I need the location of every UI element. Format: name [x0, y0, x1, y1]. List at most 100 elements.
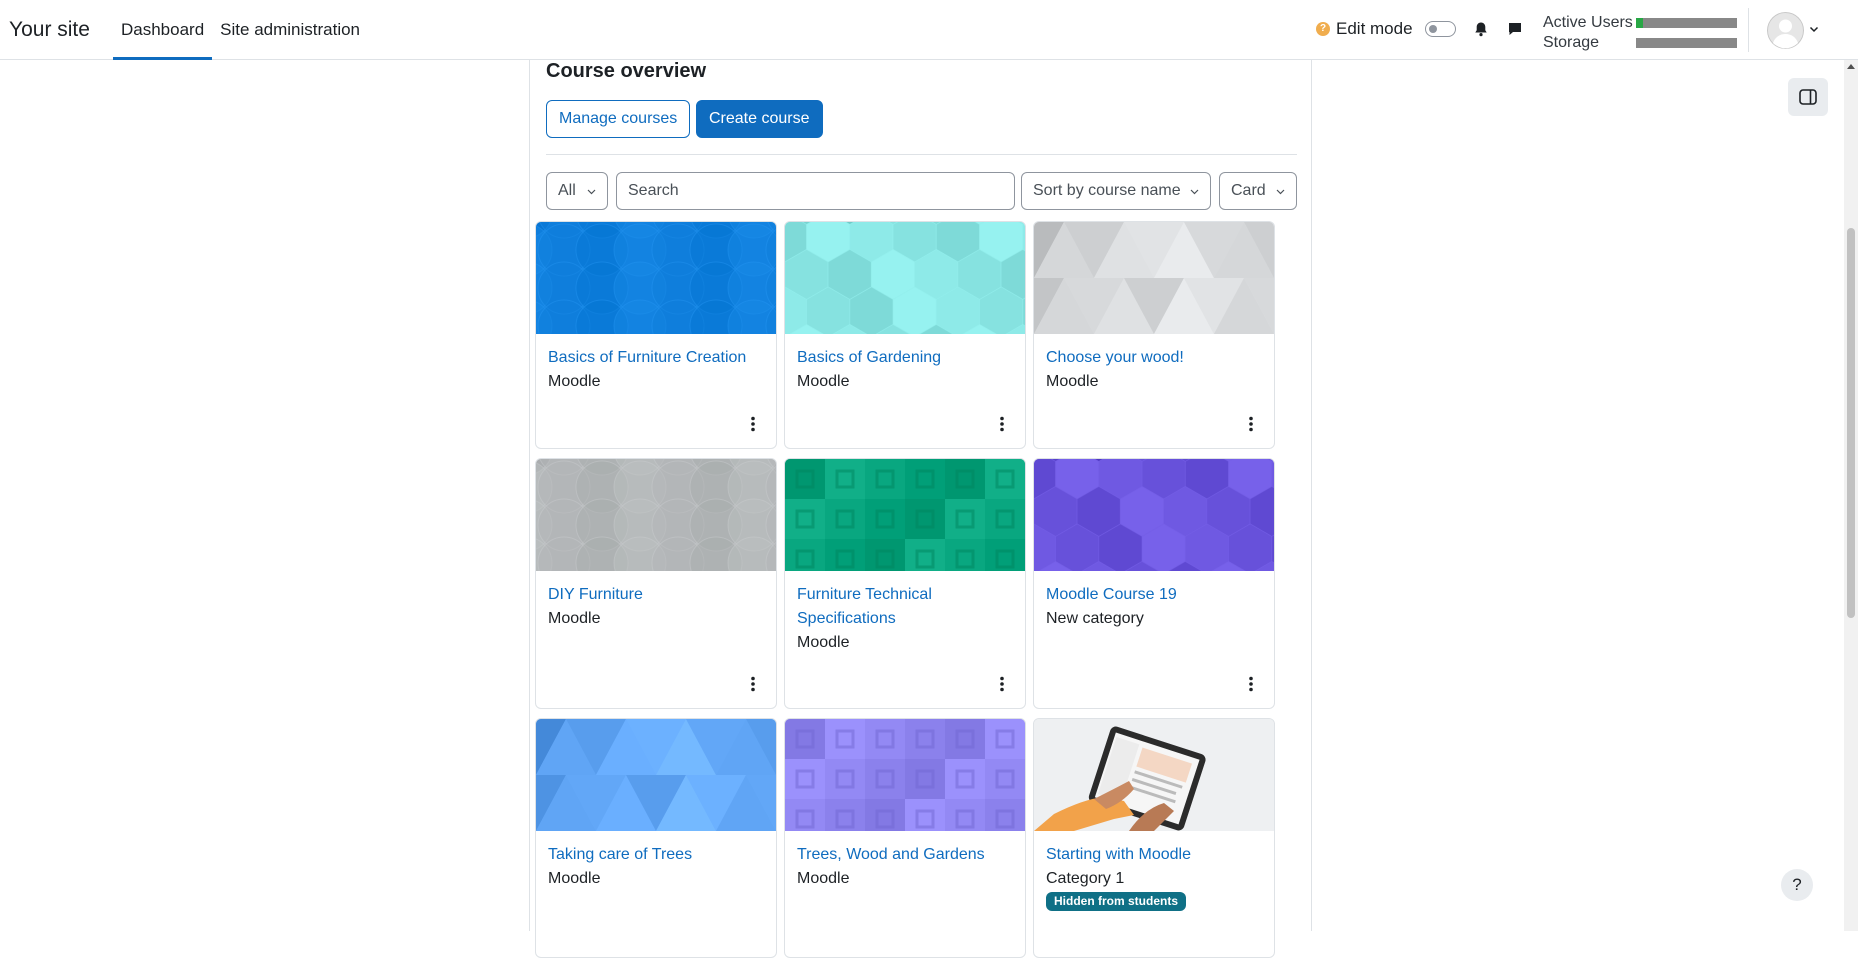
course-image[interactable]: [785, 222, 1025, 334]
course-name-link[interactable]: Basics of Gardening: [797, 346, 1013, 370]
edit-mode-label: Edit mode: [1336, 19, 1413, 38]
course-image[interactable]: [785, 719, 1025, 831]
course-category: New category: [1046, 610, 1144, 627]
course-name-link[interactable]: DIY Furniture: [548, 583, 764, 607]
course-image[interactable]: [536, 459, 776, 571]
primary-navigation: Dashboard Site administration: [113, 0, 368, 60]
quota-storage: Storage: [1543, 33, 1737, 53]
course-card[interactable]: Basics of Gardening Moodle: [784, 221, 1026, 449]
manage-courses-button[interactable]: Manage courses: [546, 100, 691, 138]
sort-dropdown-label: Sort by course name: [1033, 182, 1181, 199]
course-image[interactable]: [536, 222, 776, 334]
kebab-menu-icon: [1249, 676, 1253, 692]
site-brand[interactable]: Your site: [9, 18, 90, 42]
quota-bar-fill: [1636, 18, 1644, 28]
grouping-dropdown-label: All: [558, 182, 576, 199]
quota-bar: [1636, 38, 1737, 48]
messages-icon[interactable]: [1507, 21, 1523, 37]
course-card-body: Choose your wood! Moodle: [1034, 334, 1274, 394]
course-image[interactable]: [1034, 459, 1274, 571]
course-name-link[interactable]: Furniture Technical Specifications: [797, 583, 1013, 631]
course-card[interactable]: DIY Furniture Moodle: [535, 458, 777, 709]
course-card-body: Basics of Gardening Moodle: [785, 334, 1025, 394]
kebab-menu-icon: [751, 416, 755, 432]
course-card[interactable]: Choose your wood! Moodle: [1033, 221, 1275, 449]
course-card-body: Moodle Course 19 New category: [1034, 571, 1274, 631]
quota-label: Storage: [1543, 34, 1600, 51]
course-name-link[interactable]: Moodle Course 19: [1046, 583, 1262, 607]
course-card-body: Furniture Technical Specifications Moodle: [785, 571, 1025, 655]
course-category: Category 1: [1046, 870, 1125, 887]
quota-label: Active Users: [1543, 14, 1633, 31]
user-avatar-icon: [1767, 12, 1804, 49]
chevron-down-icon[interactable]: [1809, 24, 1819, 34]
course-image[interactable]: [1034, 719, 1274, 831]
course-card[interactable]: Basics of Furniture Creation Moodle: [535, 221, 777, 449]
course-name-link[interactable]: Basics of Furniture Creation: [548, 346, 764, 370]
page-title: Course overview: [546, 60, 707, 82]
open-block-drawer-button[interactable]: [1788, 78, 1828, 116]
sidebar-icon: [1799, 89, 1817, 105]
course-image[interactable]: [1034, 222, 1274, 334]
course-card[interactable]: Furniture Technical Specifications Moodle: [784, 458, 1026, 709]
create-course-button[interactable]: Create course: [696, 100, 823, 138]
course-name-link[interactable]: Taking care of Trees: [548, 843, 764, 867]
kebab-menu-icon: [1249, 416, 1253, 432]
edit-mode-control: ? Edit mode: [1316, 19, 1456, 39]
help-button[interactable]: ?: [1781, 869, 1813, 901]
search-input[interactable]: [616, 172, 1015, 210]
course-name-link[interactable]: Starting with Moodle: [1046, 843, 1262, 867]
kebab-menu-icon: [1000, 416, 1004, 432]
course-actions-button[interactable]: [750, 416, 756, 432]
chevron-down-icon: [1190, 189, 1199, 195]
chevron-down-icon: [1276, 189, 1285, 195]
course-category: Moodle: [797, 373, 850, 390]
kebab-menu-icon: [751, 676, 755, 692]
page-scrollbar[interactable]: [1844, 60, 1858, 931]
scroll-up-arrow[interactable]: [1847, 64, 1855, 69]
kebab-menu-icon: [1000, 676, 1004, 692]
quota-bar: [1636, 18, 1737, 28]
course-actions-button[interactable]: [999, 676, 1005, 692]
help-icon[interactable]: ?: [1316, 22, 1330, 36]
course-card[interactable]: Moodle Course 19 New category: [1033, 458, 1275, 709]
hidden-status-badge: Hidden from students: [1046, 892, 1187, 911]
course-card[interactable]: Taking care of Trees Moodle: [535, 718, 777, 958]
course-category: Moodle: [548, 373, 601, 390]
course-category: Moodle: [797, 634, 850, 651]
course-card-body: DIY Furniture Moodle: [536, 571, 776, 631]
view-dropdown-label: Card: [1231, 182, 1266, 199]
course-image[interactable]: [785, 459, 1025, 571]
course-category: Moodle: [548, 610, 601, 627]
course-name-link[interactable]: Trees, Wood and Gardens: [797, 843, 1013, 867]
course-card-body: Trees, Wood and Gardens Moodle: [785, 831, 1025, 891]
course-card-body: Taking care of Trees Moodle: [536, 831, 776, 891]
course-card-body: Starting with Moodle Category 1 Hidden fro…: [1034, 831, 1274, 911]
course-category: Moodle: [548, 870, 601, 887]
nav-site-administration[interactable]: Site administration: [212, 0, 368, 60]
course-name-link[interactable]: Choose your wood!: [1046, 346, 1262, 370]
course-actions-button[interactable]: [750, 676, 756, 692]
course-image[interactable]: [536, 719, 776, 831]
view-dropdown[interactable]: Card: [1219, 172, 1297, 210]
bell-icon[interactable]: [1473, 21, 1489, 37]
course-category: Moodle: [797, 870, 850, 887]
user-avatar[interactable]: [1767, 12, 1804, 49]
divider: [546, 154, 1297, 155]
course-overview-block: Course overview Manage courses Create co…: [529, 60, 1312, 958]
course-actions-button[interactable]: [1248, 676, 1254, 692]
course-actions-button[interactable]: [1248, 416, 1254, 432]
navbar-divider: [1748, 8, 1749, 52]
edit-mode-toggle[interactable]: [1424, 21, 1456, 37]
nav-dashboard[interactable]: Dashboard: [113, 0, 213, 60]
course-card[interactable]: Trees, Wood and Gardens Moodle: [784, 718, 1026, 958]
scrollbar-thumb[interactable]: [1847, 228, 1855, 618]
course-category: Moodle: [1046, 373, 1099, 390]
course-actions-button[interactable]: [999, 416, 1005, 432]
sort-dropdown[interactable]: Sort by course name: [1021, 172, 1211, 210]
top-navbar: Your site Dashboard Site administration …: [0, 0, 1858, 60]
course-card[interactable]: Starting with Moodle Category 1 Hidden fro…: [1033, 718, 1275, 958]
grouping-dropdown[interactable]: All: [546, 172, 608, 210]
chevron-down-icon: [587, 189, 596, 195]
course-card-body: Basics of Furniture Creation Moodle: [536, 334, 776, 394]
